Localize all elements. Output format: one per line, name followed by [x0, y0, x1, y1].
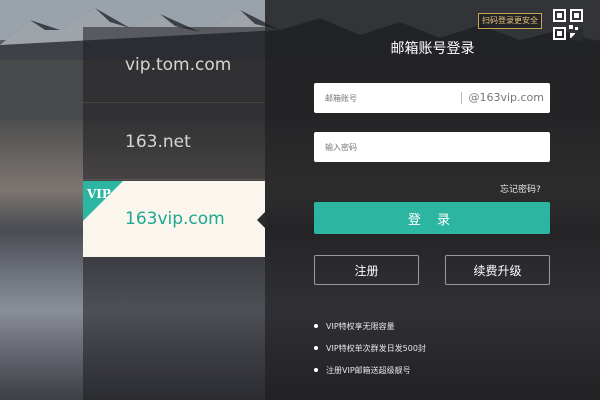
register-button[interactable]: 注册	[314, 255, 419, 285]
provider-label: 163.net	[125, 131, 191, 152]
benefits-list: VIP特权享无限容量 VIP特权单次群发日发500封 注册VIP邮箱送超级靓号	[314, 315, 554, 381]
bullet-icon	[314, 324, 318, 328]
domain-suffix: @163vip.com	[461, 91, 544, 104]
vip-badge: VIP	[87, 187, 111, 201]
username-field[interactable]: @163vip.com	[314, 83, 550, 113]
list-item: VIP特权单次群发日发500封	[314, 337, 554, 359]
login-title: 邮箱账号登录	[390, 41, 475, 57]
forgot-password-link[interactable]: 忘记密码?	[500, 182, 541, 195]
provider-item-163net[interactable]: 163.net	[83, 104, 265, 180]
qr-login-tip[interactable]: 扫码登录更安全	[478, 13, 542, 29]
login-button[interactable]: 登 录	[314, 202, 550, 234]
password-input[interactable]	[323, 141, 457, 153]
list-item: VIP特权享无限容量	[314, 315, 554, 337]
provider-label: vip.tom.com	[125, 54, 232, 75]
selection-caret-icon	[257, 212, 265, 228]
provider-item-163vip[interactable]: VIP 163vip.com	[83, 181, 265, 257]
password-field[interactable]	[314, 132, 550, 162]
benefit-text: VIP特权享无限容量	[326, 321, 395, 331]
username-input[interactable]	[323, 92, 457, 104]
bullet-icon	[314, 346, 318, 350]
benefit-text: VIP特权单次群发日发500封	[326, 343, 426, 353]
renew-upgrade-button[interactable]: 续费升级	[445, 255, 550, 285]
list-item: 注册VIP邮箱送超级靓号	[314, 359, 554, 381]
provider-label: 163vip.com	[125, 209, 225, 229]
domain-suffix-label: @163vip.com	[468, 91, 544, 104]
bullet-icon	[314, 368, 318, 372]
provider-item-tom[interactable]: vip.tom.com	[83, 27, 265, 103]
provider-list: vip.tom.com 163.net VIP 163vip.com	[83, 27, 265, 400]
qr-code-icon[interactable]	[553, 9, 583, 41]
benefit-text: 注册VIP邮箱送超级靓号	[326, 365, 411, 375]
